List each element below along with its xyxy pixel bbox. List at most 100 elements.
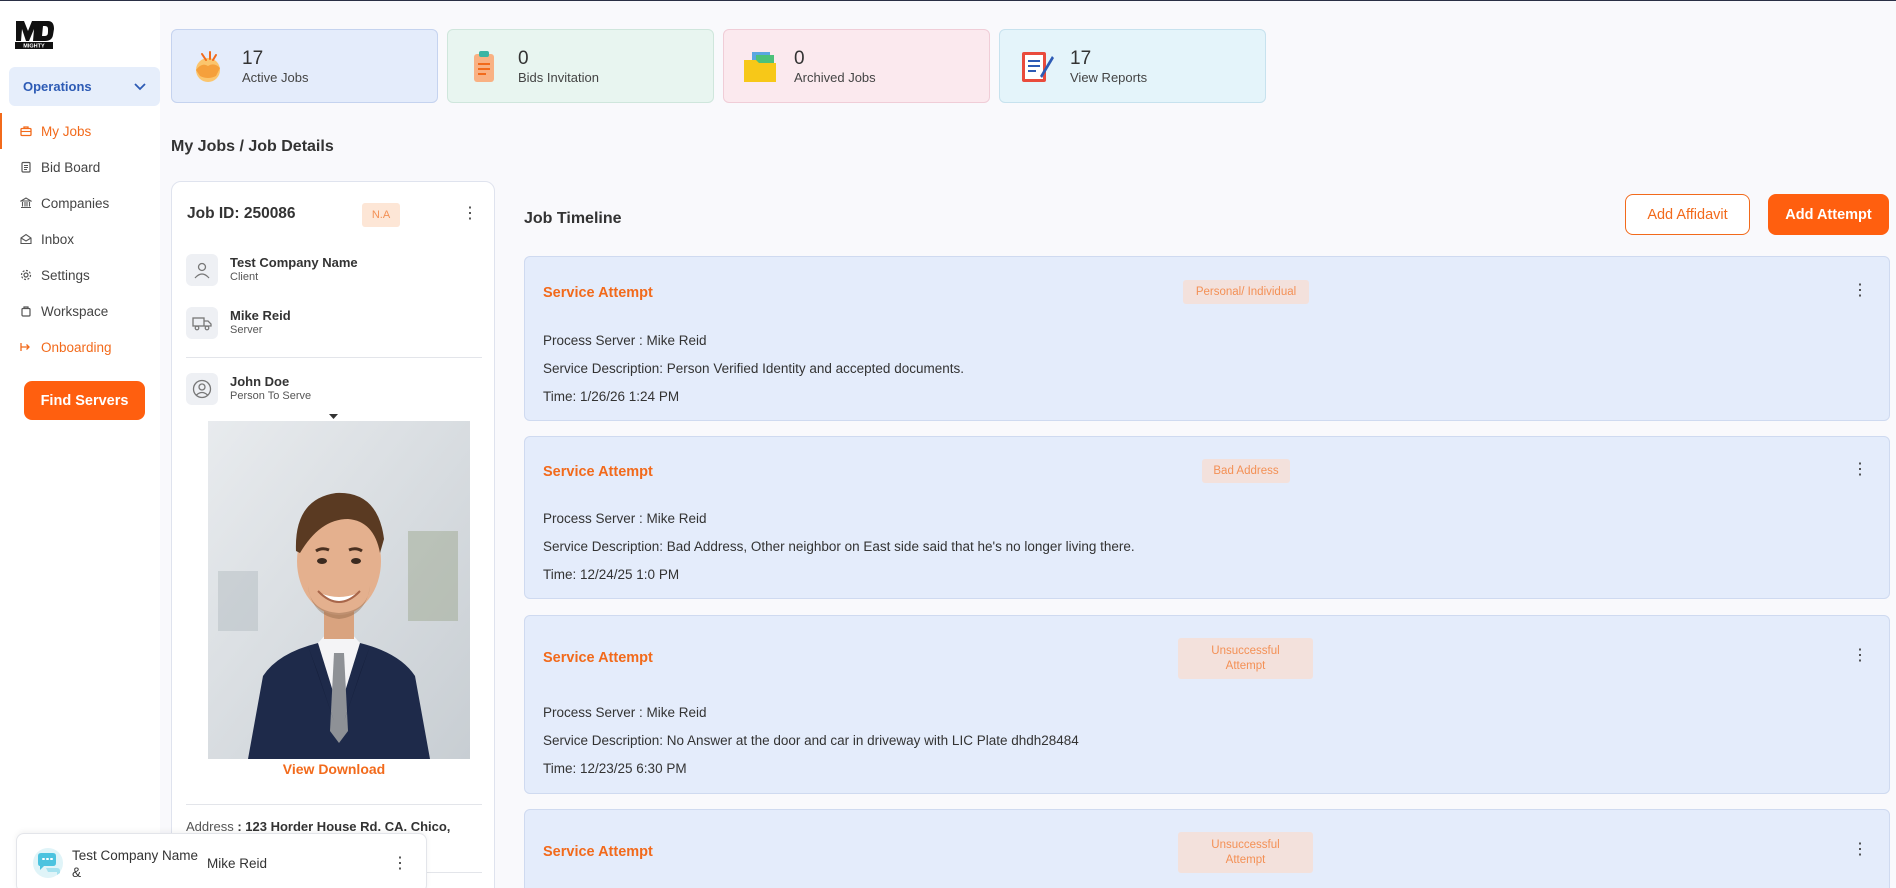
- divider: [186, 804, 482, 805]
- find-servers-button[interactable]: Find Servers: [24, 381, 145, 420]
- sidebar-item-label: Settings: [41, 267, 90, 283]
- person-to-serve-row: John Doe Person To Serve: [186, 373, 311, 405]
- attempt-status-badge: Bad Address: [1202, 459, 1290, 483]
- divider: [186, 357, 482, 358]
- more-options-icon[interactable]: ⋮: [392, 856, 408, 872]
- serve-role: Person To Serve: [230, 390, 312, 402]
- attempt-time: Time: 12/24/25 1:0 PM: [543, 567, 680, 582]
- attempt-description: Service Description: Bad Address, Other …: [543, 539, 1135, 554]
- bag-icon: [21, 306, 31, 317]
- sidebar-nav: My Jobs Bid Board Companies Inbox Settin…: [0, 113, 160, 365]
- stat-value: 17: [1070, 47, 1092, 69]
- person-icon: [186, 254, 218, 286]
- stat-label: Active Jobs: [242, 69, 309, 85]
- briefcase-icon: [20, 126, 32, 137]
- job-details-card: Job ID: 250086 N.A ⋮ Test Company Name C…: [171, 181, 495, 888]
- address-value: : 123 Horder House Rd. CA. Chico,: [237, 819, 451, 834]
- more-options-icon[interactable]: ⋮: [1852, 648, 1868, 664]
- mighty-logo[interactable]: MIGHTY: [12, 15, 56, 53]
- client-name: Test Company Name: [230, 255, 358, 270]
- stat-label: View Reports: [1070, 69, 1148, 85]
- report-icon: [1022, 52, 1054, 82]
- clipboard-list-icon: [474, 51, 494, 82]
- handshake-icon: [196, 51, 220, 82]
- stat-value: 17: [242, 47, 264, 69]
- job-status-badge: N.A: [362, 203, 400, 227]
- person-photo[interactable]: [208, 421, 470, 759]
- address-label: Address: [186, 819, 234, 834]
- stat-card-active-jobs[interactable]: 17 Active Jobs: [171, 29, 438, 103]
- sidebar-item-label: Bid Board: [41, 159, 101, 175]
- caret-down-icon: [329, 414, 338, 419]
- attempt-status-badge: Unsuccessful Attempt: [1178, 638, 1313, 679]
- attempt-card: Service Attempt Unsuccessful Attempt ⋮ P…: [524, 615, 1890, 794]
- svg-text:MIGHTY: MIGHTY: [23, 44, 45, 50]
- operations-label: Operations: [23, 79, 92, 94]
- attempt-title: Service Attempt: [543, 844, 653, 860]
- attempt-server: Process Server : Mike Reid: [543, 511, 707, 526]
- attempt-title: Service Attempt: [543, 650, 653, 666]
- add-affidavit-button[interactable]: Add Affidavit: [1625, 194, 1750, 235]
- add-attempt-button[interactable]: Add Attempt: [1768, 194, 1889, 235]
- attempt-title: Service Attempt: [543, 464, 653, 480]
- stat-label: Bids Invitation: [518, 69, 599, 85]
- more-options-icon[interactable]: ⋮: [1852, 283, 1868, 299]
- serve-name: John Doe: [230, 374, 290, 389]
- chevron-down-icon: [134, 82, 146, 90]
- sidebar-item-my-jobs[interactable]: My Jobs: [0, 113, 160, 149]
- attempt-card: Service Attempt Bad Address ⋮ Process Se…: [524, 436, 1890, 599]
- attempt-card: Service Attempt Personal/ Individual ⋮ P…: [524, 256, 1890, 421]
- stat-value: 0: [794, 47, 805, 69]
- folder-icon: [744, 52, 776, 82]
- chat-company-line: Test Company Name: [72, 848, 199, 863]
- login-arrow-icon: [20, 343, 30, 351]
- more-options-icon[interactable]: ⋮: [1852, 462, 1868, 478]
- user-circle-icon: [186, 373, 218, 405]
- chat-company-line: &: [72, 865, 82, 880]
- sidebar-item-label: Companies: [41, 195, 110, 211]
- chat-widget[interactable]: Test Company Name & Mike Reid ⋮: [16, 833, 427, 888]
- view-download-link[interactable]: View Download: [172, 761, 496, 777]
- sidebar-item-label: Onboarding: [41, 339, 112, 355]
- stat-card-archived-jobs[interactable]: 0 Archived Jobs: [723, 29, 990, 103]
- stat-label: Archived Jobs: [794, 69, 876, 85]
- server-role: Server: [230, 324, 263, 336]
- attempt-server: Process Server : Mike Reid: [543, 333, 707, 348]
- sidebar-item-settings[interactable]: Settings: [0, 257, 160, 293]
- attempt-description: Service Description: Person Verified Ide…: [543, 361, 964, 376]
- sidebar-item-inbox[interactable]: Inbox: [0, 221, 160, 257]
- job-timeline-title: Job Timeline: [524, 210, 622, 227]
- client-row: Test Company Name Client: [186, 254, 358, 286]
- operations-dropdown[interactable]: Operations: [9, 67, 160, 106]
- sidebar-item-label: Inbox: [41, 231, 75, 247]
- more-options-icon[interactable]: ⋮: [1852, 842, 1868, 858]
- attempt-status-badge: Unsuccessful Attempt: [1178, 832, 1313, 873]
- stat-card-view-reports[interactable]: 17 View Reports: [999, 29, 1266, 103]
- attempt-server: Process Server : Mike Reid: [543, 705, 707, 720]
- truck-icon: [186, 307, 218, 339]
- chat-contact-name: Mike Reid: [207, 856, 268, 871]
- more-options-icon[interactable]: ⋮: [462, 206, 478, 222]
- server-row: Mike Reid Server: [186, 307, 291, 339]
- stat-card-bids-invitation[interactable]: 0 Bids Invitation: [447, 29, 714, 103]
- job-id: Job ID: 250086: [187, 205, 296, 222]
- sidebar-item-companies[interactable]: Companies: [0, 185, 160, 221]
- chat-company: Test Company Name &: [72, 847, 198, 881]
- chat-bubble-icon: [33, 848, 63, 878]
- clipboard-icon: [21, 161, 31, 173]
- sidebar-item-bid-board[interactable]: Bid Board: [0, 149, 160, 185]
- attempt-time: Time: 12/23/25 6:30 PM: [543, 761, 687, 776]
- sidebar-item-label: My Jobs: [41, 123, 92, 139]
- sidebar-item-label: Workspace: [41, 303, 109, 319]
- client-role: Client: [230, 271, 259, 283]
- sidebar-item-onboarding[interactable]: Onboarding: [0, 329, 160, 365]
- gear-icon: [20, 269, 32, 281]
- attempt-card: Service Attempt Unsuccessful Attempt ⋮: [524, 809, 1890, 888]
- attempt-title: Service Attempt: [543, 285, 653, 301]
- sidebar-item-workspace[interactable]: Workspace: [0, 293, 160, 329]
- attempt-time: Time: 1/26/26 1:24 PM: [543, 389, 680, 404]
- attempt-description: Service Description: No Answer at the do…: [543, 733, 1079, 748]
- envelope-icon: [20, 233, 32, 245]
- sidebar: MIGHTY Operations My Jobs Bid Board Comp…: [0, 1, 160, 888]
- bank-icon: [20, 197, 32, 209]
